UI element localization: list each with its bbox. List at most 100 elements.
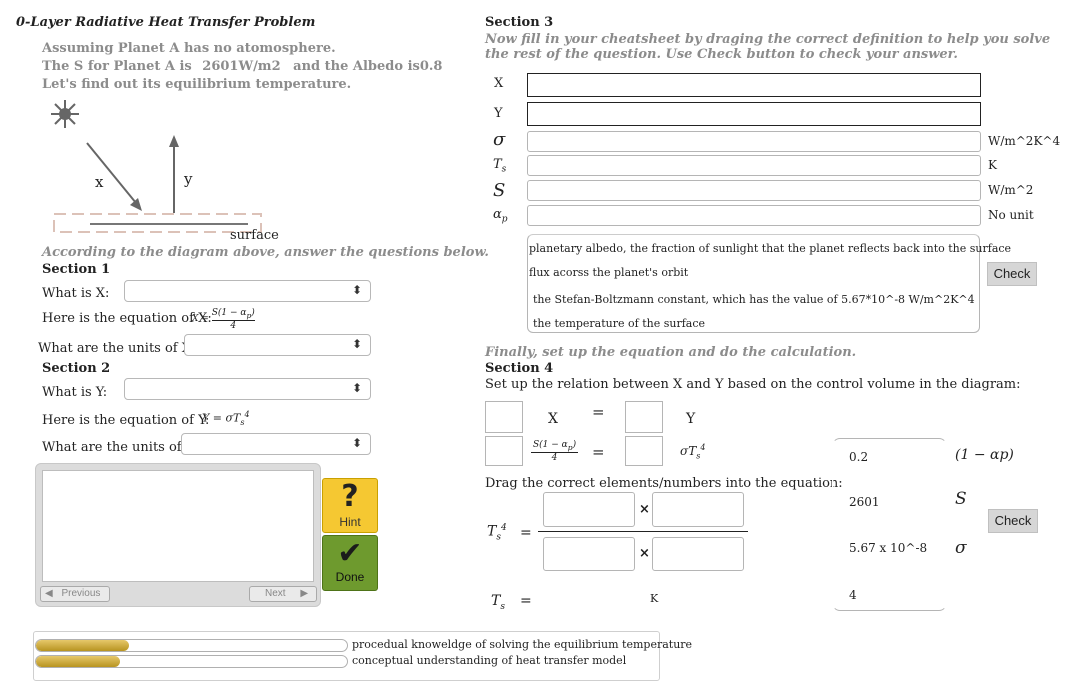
cheatsheet-symbol-albedo: αp [493, 207, 508, 225]
denominator-dropzone-1[interactable] [543, 537, 635, 571]
equation-equals: = [520, 525, 532, 541]
next-label: Next [265, 588, 286, 599]
relation-dropzone-3[interactable] [485, 436, 523, 466]
token-sigma[interactable]: σ [955, 538, 967, 558]
x-definition-select[interactable]: ⬍ [124, 280, 371, 302]
cheatsheet-unit-albedo: No unit [988, 208, 1034, 222]
x-units-select[interactable]: ⬍ [184, 334, 371, 356]
previous-arrow-icon: ◀ [45, 588, 53, 599]
times-icon: × [639, 546, 650, 561]
problem-title: 0-Layer Radiative Heat Transfer Problem [16, 15, 316, 30]
result-equals: = [520, 593, 532, 609]
y-definition-select[interactable]: ⬍ [124, 378, 371, 400]
cheatsheet-symbol-ts: Ts [493, 157, 507, 175]
denominator-dropzone-2[interactable] [652, 537, 744, 571]
next-arrow-icon: ▶ [300, 588, 309, 599]
cheatsheet-unit-ts: K [988, 158, 997, 172]
section3-heading: Section 3 [485, 15, 554, 30]
token-s[interactable]: S [955, 489, 967, 509]
s-value: 2601W/m2 [202, 59, 281, 74]
definition-flux[interactable]: flux acorss the planet's orbit [529, 266, 688, 279]
question-mark-icon: ? [341, 479, 359, 514]
drag-prompt: Drag the correct elements/numbers into t… [485, 476, 843, 491]
hint-label: Hint [339, 515, 361, 529]
section3-instructions: Now fill in your cheatsheet by draging t… [485, 32, 1051, 62]
times-icon: × [639, 502, 650, 517]
diagram-y-label: y [184, 170, 193, 188]
albedo-value: 0.8 [419, 59, 443, 74]
relation-dropzone-4[interactable] [625, 436, 663, 466]
definition-surface-temperature[interactable]: the temperature of the surface [533, 317, 705, 330]
cheatsheet-s-dropzone[interactable] [527, 180, 981, 201]
sigma-t-text: σT [680, 444, 697, 458]
relation-y-label: Y [686, 411, 696, 427]
s-label: The S for Planet A is [42, 59, 192, 74]
y-units-select[interactable]: ⬍ [181, 433, 371, 455]
problem-line-3: Let's find out its equilibrium temperatu… [42, 77, 352, 92]
select-arrow-icon: ⬍ [351, 381, 362, 395]
relation-dropzone-2[interactable] [625, 401, 663, 433]
skill-label-conceptual: conceptual understanding of heat transfe… [352, 654, 627, 667]
section3-check-button[interactable]: Check [987, 262, 1037, 286]
skill-bar-conceptual [35, 655, 348, 668]
section2-what-label: What is Y: [42, 385, 108, 400]
result-unit-k: K [650, 592, 659, 605]
select-arrow-icon: ⬍ [351, 436, 362, 450]
numerator-dropzone-2[interactable] [652, 492, 744, 527]
definition-stefan-boltzmann[interactable]: the Stefan-Boltzmann constant, which has… [533, 293, 975, 306]
cheatsheet-sigma-dropzone[interactable] [527, 131, 981, 152]
token-sigma-value[interactable]: 5.67 x 10^-8 [849, 541, 927, 555]
problem-line-2: The S for Planet A is 2601W/m2 and the A… [42, 58, 442, 76]
surface-label: surface [230, 228, 279, 243]
problem-line-1: Assuming Planet A has no atomosphere. [42, 41, 336, 56]
cheatsheet-symbol-s: S [493, 180, 506, 201]
relation-equals-2: = [592, 443, 605, 461]
cheatsheet-unit-s: W/m^2 [988, 183, 1034, 197]
relation-prompt: Set up the relation between X and Y base… [485, 377, 1021, 392]
cheatsheet-ts-dropzone[interactable] [527, 155, 981, 176]
sun-icon [51, 100, 79, 128]
cheatsheet-x-dropzone[interactable] [527, 73, 981, 97]
section1-heading: Section 1 [42, 262, 111, 277]
token-2601[interactable]: 2601 [849, 495, 880, 509]
skill-bar-conceptual-fill [36, 656, 120, 667]
ts4-label: Ts4 [487, 523, 507, 543]
previous-button[interactable]: ◀ Previous [40, 586, 110, 602]
tutor-message-area [42, 470, 314, 582]
section4-check-button[interactable]: Check [988, 509, 1038, 533]
section4-heading: Section 4 [485, 361, 554, 376]
select-arrow-icon: ⬍ [351, 337, 362, 351]
skill-bar-procedural [35, 639, 348, 652]
section2-equation-label: Here is the equation of Y: [42, 413, 210, 428]
done-button[interactable]: ✔ Done [322, 535, 378, 591]
section4-lead: Finally, set up the equation and do the … [485, 345, 857, 360]
y-equation: Y = σTs4 [202, 410, 250, 427]
section1-units-label: What are the units of X: [38, 341, 196, 356]
cheatsheet-symbol-sigma: σ [493, 129, 506, 150]
ts-result-label: Ts [491, 593, 505, 612]
skill-bar-procedural-fill [36, 640, 130, 651]
outgoing-arrow [169, 135, 179, 213]
skill-label-procedural: procedual knoweldge of solving the equil… [352, 638, 693, 651]
definition-albedo[interactable]: planetary albedo, the fraction of sunlig… [529, 242, 1011, 255]
token-0-2[interactable]: 0.2 [849, 450, 868, 464]
radiation-diagram [51, 100, 262, 233]
done-label: Done [335, 570, 365, 584]
cheatsheet-albedo-dropzone[interactable] [527, 205, 981, 226]
next-button[interactable]: Next ▶ [249, 586, 317, 602]
token-4[interactable]: 4 [849, 588, 857, 602]
token-one-minus-albedo[interactable]: (1 − αp) [955, 447, 1014, 463]
section2-units-label: What are the units of Y: [42, 440, 198, 455]
relation-dropzone-1[interactable] [485, 401, 523, 433]
hint-button[interactable]: ? Hint [322, 478, 378, 533]
section1-what-label: What is X: [42, 286, 110, 301]
relation-equals-1: = [592, 403, 605, 421]
relation-x-fraction: S(1 − αp) 4 [531, 440, 579, 463]
previous-label: Previous [61, 588, 101, 599]
fraction-bar [538, 531, 748, 532]
numerator-dropzone-1[interactable] [543, 492, 635, 527]
relation-x-label: X [548, 411, 558, 427]
cheatsheet-y-dropzone[interactable] [527, 102, 981, 126]
section2-heading: Section 2 [42, 361, 111, 376]
check-mark-icon: ✔ [337, 536, 363, 571]
